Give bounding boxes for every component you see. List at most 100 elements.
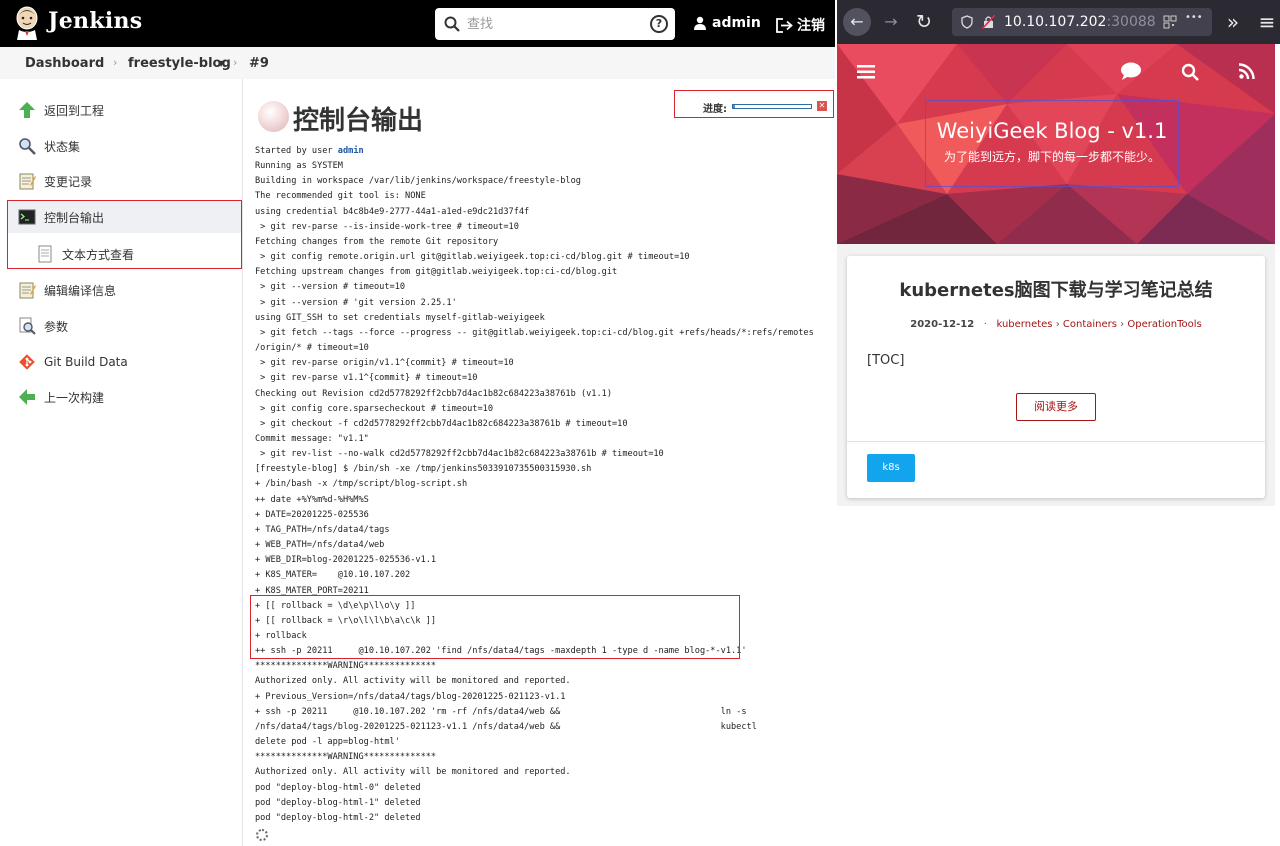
console-line: The recommended git tool is: NONE [255,191,426,202]
app-title[interactable]: Jenkins [48,8,142,34]
console-line: /origin/* # timeout=10 [255,343,369,354]
console-line: Running as SYSTEM [255,161,343,172]
shield-icon[interactable] [961,15,973,29]
console-line: > git rev-list --no-walk cd2d5778292ff2c… [255,449,664,460]
console-line: Fetching upstream changes from git@gitla… [255,267,618,278]
sidebar-item-status[interactable]: 状态集 [18,134,80,158]
progress-label: 进度: [703,104,727,115]
category-link[interactable]: Containers [1063,319,1117,330]
search-icon[interactable] [1181,63,1199,81]
insecure-lock-icon[interactable] [982,15,995,29]
sidebar-item-label: 控制台输出 [44,210,105,225]
stop-build-icon[interactable]: ✕ [817,101,827,111]
forward-button[interactable]: → [877,8,905,36]
divider [847,441,1265,442]
console-line: Fetching changes from the remote Git rep… [255,236,499,247]
breadcrumb-separator: › [113,56,118,69]
blog-title[interactable]: WeiyiGeek Blog - v1.1 [926,119,1178,143]
user-link[interactable]: admin [693,15,761,31]
document-icon [38,245,52,263]
breadcrumb-dashboard[interactable]: Dashboard [25,56,104,71]
breadcrumb-separator: › [233,56,238,69]
back-button[interactable]: ← [843,8,871,36]
app-menu-button[interactable]: ≡ [1253,8,1280,36]
magnifier-icon [19,138,36,155]
console-line: + TAG_PATH=/nfs/data4/tags [255,524,390,535]
up-arrow-icon [19,102,35,118]
post-meta: 2020-12-12 · kubernetes › Containers › O… [847,319,1265,330]
sidebar-item-git-build-data[interactable]: Git Build Data [18,350,128,374]
console-line: using GIT_SSH to set credentials myself-… [255,312,545,323]
console-line: Authorized only. All activity will be mo… [255,767,571,778]
console-line: > git fetch --tags --force --progress --… [255,327,814,338]
search-box: ? [435,8,675,40]
logout-label: 注销 [797,18,825,34]
page-actions-icon[interactable]: ••• [1185,12,1203,23]
sidebar-item-back-to-project[interactable]: 返回到工程 [18,98,104,122]
main-content: 控制台输出 进度: ✕ Started by user admin Runnin… [244,79,835,846]
jenkins-butler-logo[interactable] [14,6,40,40]
url-port: :30088 [1106,14,1156,30]
breadcrumb-job[interactable]: freestyle-blog [128,56,231,71]
qr-code-icon[interactable] [1163,15,1177,29]
sidebar-item-console-output[interactable]: 控制台输出 [18,205,104,229]
chevron-right-icon: › [1055,319,1063,330]
logout-link[interactable]: 注销 [776,15,825,35]
sidebar-item-parameters[interactable]: 参数 [18,314,68,338]
breadcrumb-build[interactable]: #9 [249,56,269,71]
console-line: > git checkout -f cd2d5778292ff2cbb7d4ac… [255,418,628,429]
console-line: + ssh -p 20211 @10.10.107.202 'rm -rf /n… [255,706,747,717]
rss-icon[interactable] [1239,63,1255,79]
scrollbar-track[interactable] [1275,44,1280,506]
menu-icon[interactable] [857,65,875,79]
git-icon [19,354,35,370]
progress-bar [732,104,812,109]
sidebar-item-previous-build[interactable]: 上一次构建 [18,385,104,409]
sidebar-item-changes[interactable]: 变更记录 [18,169,92,193]
progress-fill [733,105,735,108]
console-line: + WEB_DIR=blog-20201225-025536-v1.1 [255,555,437,566]
url-text: 10.10.107.202:30088 [1004,14,1156,30]
comment-icon[interactable] [1121,62,1141,80]
category-link[interactable]: kubernetes [996,319,1052,330]
console-output: Started by user admin Running as SYSTEM B… [255,144,830,826]
blog-title-box: WeiyiGeek Blog - v1.1 为了能到远方，脚下的每一步都不能少。 [925,100,1179,187]
meta-separator: · [977,319,994,330]
chevron-down-icon[interactable]: ▼ [218,59,224,68]
sidebar-item-label: 编辑编译信息 [44,283,117,298]
blog-hero: WeiyiGeek Blog - v1.1 为了能到远方，脚下的每一步都不能少。 [837,44,1275,244]
console-line: > git config core.sparsecheckout # timeo… [255,403,493,414]
magnifier-doc-icon [19,317,36,335]
console-line: using credential b4c8b4e9-2777-44a1-a1ed… [255,206,530,217]
sidebar-item-edit-build-info[interactable]: 编辑编译信息 [18,278,116,302]
url-bar[interactable]: 10.10.107.202:30088 ••• [952,8,1212,36]
help-icon[interactable]: ? [650,15,668,33]
user-link[interactable]: admin [338,146,364,156]
notepad-icon [19,282,36,299]
console-line: **************WARNING************** [255,661,437,672]
post-title[interactable]: kubernetes脑图下载与学习笔记总结 [847,276,1265,302]
console-line: > git rev-parse --is-inside-work-tree # … [255,221,519,232]
reload-button[interactable]: ↻ [910,8,938,36]
console-line: + WEB_PATH=/nfs/data4/web [255,540,385,551]
console-text: Started by user [255,146,338,156]
user-icon [694,16,706,30]
overflow-menu-button[interactable]: » [1219,8,1247,36]
build-status-ball-icon [258,101,289,132]
sidebar: 返回到工程 状态集 变更记录 控制台输出 文本方式查看 编辑编译信息 参数 Gi… [0,79,243,846]
post-date: 2020-12-12 [910,319,975,330]
read-more-button[interactable]: 阅读更多 [1016,393,1096,421]
tag-badge[interactable]: k8s [867,454,915,482]
category-link[interactable]: OperationTools [1127,319,1201,330]
console-line: + K8S_MATER= @10.10.107.202 [255,570,411,581]
console-line: delete pod -l app=blog-html' [255,737,400,748]
console-line: > git config remote.origin.url git@gitla… [255,252,690,263]
console-line: **************WARNING************** [255,752,437,763]
console-line: > git rev-parse origin/v1.1^{commit} # t… [255,358,514,369]
sidebar-item-label: 上一次构建 [44,390,105,405]
console-line: + DATE=20201225-025536 [255,509,369,520]
sidebar-item-label: 返回到工程 [44,103,105,118]
search-input[interactable] [467,12,642,36]
sidebar-item-view-as-text[interactable]: 文本方式查看 [36,242,134,266]
notepad-icon [19,173,36,190]
